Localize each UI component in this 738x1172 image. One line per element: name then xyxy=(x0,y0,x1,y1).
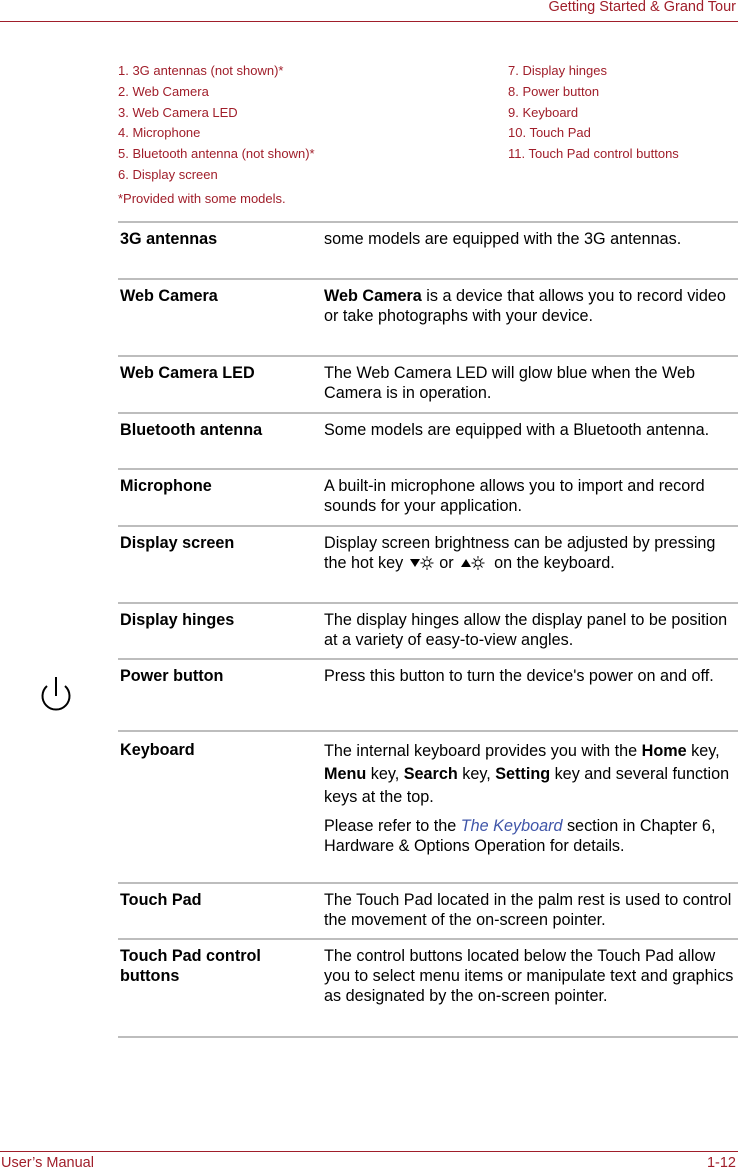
keyboard-section-link[interactable]: The Keyboard xyxy=(461,817,563,835)
legend-item: 5. Bluetooth antenna (not shown)* xyxy=(118,146,315,162)
legend-footnote: *Provided with some models. xyxy=(118,191,286,206)
legend-item: 3. Web Camera LED xyxy=(118,104,238,120)
row-term: Touch Pad control buttons xyxy=(120,947,261,985)
row-term: Web Camera xyxy=(120,287,218,305)
table-row: Power button Press this button to turn t… xyxy=(118,660,738,732)
legend-item: 9. Keyboard xyxy=(508,104,579,120)
row-description: The internal keyboard provides you with … xyxy=(324,740,738,882)
table-row: 3G antennas some models are equipped wit… xyxy=(118,223,738,280)
row-term: Display hinges xyxy=(120,611,235,629)
desc-text: or xyxy=(439,554,454,572)
row-description: The Touch Pad located in the palm rest i… xyxy=(324,891,732,929)
desc-text: The internal keyboard provides you with … xyxy=(324,742,642,760)
key-name: Menu xyxy=(324,765,367,783)
table-row: Web Camera Web Camera is a device that a… xyxy=(118,280,738,357)
row-description: The Web Camera LED will glow blue when t… xyxy=(324,364,695,402)
running-header-title: Getting Started & Grand Tour xyxy=(548,0,736,15)
legend-item: 8. Power button xyxy=(508,83,600,99)
row-description: Web Camera is a device that allows you t… xyxy=(324,286,738,355)
row-term: Web Camera LED xyxy=(120,364,255,382)
row-term: Touch Pad xyxy=(120,891,202,909)
key-name: Search xyxy=(403,765,458,783)
row-description: The display hinges allow the display pan… xyxy=(324,611,728,649)
table-row: Display hinges The display hinges allow … xyxy=(118,604,738,660)
brightness-up-icon xyxy=(460,555,486,576)
row-description: some models are equipped with the 3G ant… xyxy=(324,230,682,248)
legend-item: 1. 3G antennas (not shown)* xyxy=(118,63,284,78)
legend-item: 2. Web Camera xyxy=(118,83,209,99)
row-term: Keyboard xyxy=(120,741,195,759)
table-row: Microphone A built-in microphone allows … xyxy=(118,470,738,527)
component-table: 3G antennas some models are equipped wit… xyxy=(118,221,738,1038)
legend-right-column: 7. Display hinges 8. Power button 9. Key… xyxy=(508,61,679,165)
desc-text: key, xyxy=(457,765,496,783)
legend-item: 10. Touch Pad xyxy=(508,125,591,141)
power-icon xyxy=(36,674,76,716)
desc-text: on the keyboard. xyxy=(494,554,615,572)
table-row: Touch Pad The Touch Pad located in the p… xyxy=(118,884,738,940)
desc-text: key, xyxy=(366,765,404,783)
footer-rule xyxy=(0,1151,738,1152)
legend-left-column: 1. 3G antennas (not shown)* 2. Web Camer… xyxy=(118,61,315,186)
brightness-down-icon xyxy=(409,555,435,576)
row-description: Some models are equipped with a Bluetoot… xyxy=(324,421,710,439)
table-row: Keyboard The internal keyboard provides … xyxy=(118,732,738,884)
page-number: 1-12 xyxy=(706,1155,736,1171)
legend-item: 7. Display hinges xyxy=(508,63,607,78)
table-row: Bluetooth antenna Some models are equipp… xyxy=(118,414,738,470)
key-name: Home xyxy=(641,742,687,760)
legend-item: 11. Touch Pad control buttons xyxy=(508,146,679,162)
table-row: Touch Pad control buttons The control bu… xyxy=(118,940,738,1038)
desc-text: key, xyxy=(686,742,720,760)
row-description: Display screen brightness can be adjuste… xyxy=(324,533,738,602)
desc-text: Please refer to the xyxy=(324,817,461,835)
legend-item: 4. Microphone xyxy=(118,125,201,141)
row-description: Press this button to turn the device's p… xyxy=(324,667,714,685)
table-row: Web Camera LED The Web Camera LED will g… xyxy=(118,357,738,414)
row-term: Microphone xyxy=(120,477,212,495)
desc-paragraph: Please refer to the The Keyboard section… xyxy=(324,816,734,856)
header-rule xyxy=(0,21,738,22)
row-term: 3G antennas xyxy=(120,230,218,248)
key-name: Setting xyxy=(495,765,551,783)
table-row: Display screen Display screen brightness… xyxy=(118,527,738,604)
row-term: Display screen xyxy=(120,534,235,552)
row-term: Power button xyxy=(120,667,224,685)
footer-manual-title: User’s Manual xyxy=(1,1155,94,1171)
row-description: The control buttons located below the To… xyxy=(324,947,734,1005)
legend-item: 6. Display screen xyxy=(118,166,218,182)
desc-bold-term: Web Camera xyxy=(324,287,422,305)
row-term: Bluetooth antenna xyxy=(120,421,263,439)
row-description: A built-in microphone allows you to impo… xyxy=(324,477,705,515)
desc-paragraph: The internal keyboard provides you with … xyxy=(324,740,734,809)
